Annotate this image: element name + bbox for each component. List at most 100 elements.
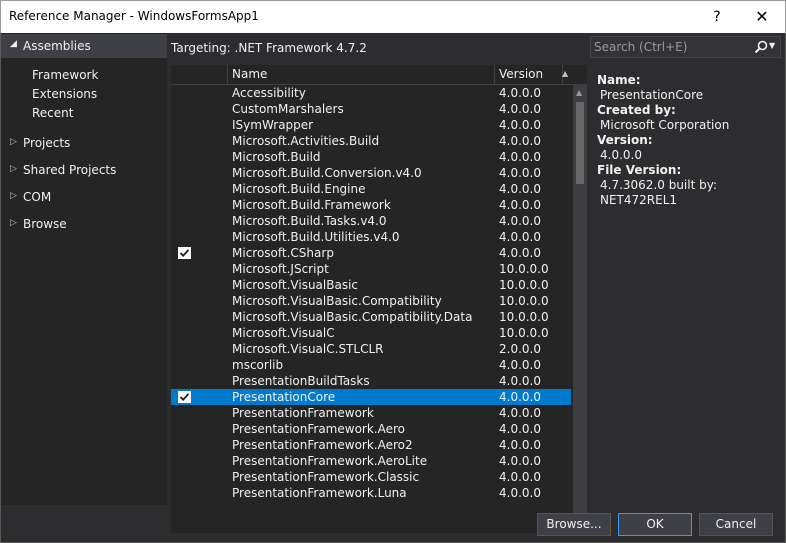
title-bar: Reference Manager - WindowsFormsApp1 ? ✕ [0,0,786,33]
row-checkbox[interactable] [178,407,191,419]
browse-button[interactable]: Browse... [537,513,611,536]
table-row[interactable]: Microsoft.VisualBasic 10.0.0.0 [171,277,571,293]
detail-name-value: PresentationCore [600,88,704,102]
sidebar-item-browse[interactable]: ▷ Browse [1,215,167,235]
table-row[interactable]: Microsoft.Build.Utilities.v4.0 4.0.0.0 [171,229,571,245]
assembly-version: 10.0.0.0 [499,294,549,308]
row-checkbox[interactable] [178,343,191,355]
table-row[interactable]: PresentationFramework.Aero 4.0.0.0 [171,421,571,437]
assembly-name: Microsoft.Build.Utilities.v4.0 [232,230,400,244]
row-checkbox[interactable] [178,439,191,451]
sidebar: ◢ Assemblies Framework Extensions Recent… [1,33,167,505]
assembly-version: 4.0.0.0 [499,166,541,180]
table-row[interactable]: Microsoft.VisualBasic.Compatibility.Data… [171,309,571,325]
row-checkbox[interactable] [178,487,191,499]
table-row[interactable]: PresentationFramework.AeroLite 4.0.0.0 [171,453,571,469]
cancel-button[interactable]: Cancel [699,513,773,536]
row-checkbox[interactable] [178,327,191,339]
row-checkbox[interactable] [178,423,191,435]
help-button[interactable]: ? [702,5,732,29]
assembly-version: 4.0.0.0 [499,118,541,132]
row-checkbox[interactable] [178,455,191,467]
table-row[interactable]: CustomMarshalers 4.0.0.0 [171,101,571,117]
assembly-version: 4.0.0.0 [499,470,541,484]
sidebar-item-projects[interactable]: ▷ Projects [1,134,167,154]
table-row[interactable]: PresentationFramework 4.0.0.0 [171,405,571,421]
row-checkbox[interactable] [178,471,191,483]
row-checkbox[interactable] [178,87,191,99]
table-row[interactable]: PresentationFramework.Aero2 4.0.0.0 [171,437,571,453]
table-row[interactable]: Microsoft.Activities.Build 4.0.0.0 [171,133,571,149]
assembly-version: 10.0.0.0 [499,278,549,292]
table-row[interactable]: Microsoft.JScript 10.0.0.0 [171,261,571,277]
sidebar-item-com[interactable]: ▷ COM [1,188,167,208]
sidebar-item-assemblies[interactable]: ◢ Assemblies [1,34,167,58]
row-checkbox[interactable] [178,231,191,243]
row-checkbox[interactable] [178,151,191,163]
table-row[interactable]: Microsoft.CSharp 4.0.0.0 [171,245,571,261]
table-row[interactable]: PresentationFramework.Classic 4.0.0.0 [171,469,571,485]
scrollbar-thumb[interactable] [576,102,584,184]
sidebar-item-recent[interactable]: Recent [32,106,73,120]
assembly-version: 4.0.0.0 [499,454,541,468]
table-row[interactable]: Microsoft.VisualC 10.0.0.0 [171,325,571,341]
column-header-version[interactable]: Version [495,65,563,85]
row-checkbox[interactable] [178,199,191,211]
row-checkbox[interactable] [178,311,191,323]
assembly-name: Microsoft.VisualBasic.Compatibility [232,294,442,308]
detail-version-label: Version: [597,133,653,147]
assembly-name: Microsoft.Build.Framework [232,198,391,212]
table-row[interactable]: ISymWrapper 4.0.0.0 [171,117,571,133]
row-checkbox[interactable] [178,135,191,147]
table-row[interactable]: mscorlib 4.0.0.0 [171,357,571,373]
column-header-name[interactable]: Name [228,65,495,85]
column-header-check[interactable] [171,65,228,85]
search-icon[interactable] [754,40,768,54]
table-row[interactable]: Microsoft.VisualC.STLCLR 2.0.0.0 [171,341,571,357]
targeting-label: Targeting: .NET Framework 4.7.2 [171,41,367,55]
assembly-name: Accessibility [232,86,306,100]
row-checkbox[interactable] [178,295,191,307]
assembly-version: 4.0.0.0 [499,182,541,196]
table-row[interactable]: PresentationFramework.Luna 4.0.0.0 [171,485,571,501]
assembly-name: Microsoft.Build.Tasks.v4.0 [232,214,387,228]
chevron-down-icon[interactable]: ▼ [769,41,775,50]
row-checkbox[interactable] [178,263,191,275]
sidebar-item-extensions[interactable]: Extensions [32,87,97,101]
close-button[interactable]: ✕ [747,5,777,29]
table-row[interactable]: Microsoft.Build.Tasks.v4.0 4.0.0.0 [171,213,571,229]
assembly-version: 4.0.0.0 [499,486,541,500]
sidebar-item-shared-projects[interactable]: ▷ Shared Projects [1,161,167,181]
table-row[interactable]: Microsoft.Build.Engine 4.0.0.0 [171,181,571,197]
table-row[interactable]: Microsoft.Build 4.0.0.0 [171,149,571,165]
assembly-name: Microsoft.Build.Conversion.v4.0 [232,166,422,180]
detail-file-version-value: 4.7.3062.0 built by: NET472REL1 [600,178,717,207]
row-checkbox[interactable] [178,103,191,115]
ok-button[interactable]: OK [618,513,692,536]
row-checkbox[interactable] [178,375,191,387]
table-row[interactable]: Microsoft.VisualBasic.Compatibility 10.0.… [171,293,571,309]
row-checkbox[interactable] [178,279,191,291]
window-title: Reference Manager - WindowsFormsApp1 [9,9,259,23]
row-checkbox[interactable] [178,359,191,371]
row-checkbox[interactable] [178,119,191,131]
row-checkbox[interactable] [178,391,191,403]
row-checkbox[interactable] [178,167,191,179]
row-checkbox[interactable] [178,183,191,195]
table-row[interactable]: Microsoft.Build.Conversion.v4.0 4.0.0.0 [171,165,571,181]
scroll-up-icon[interactable]: ▲ [576,88,582,97]
row-checkbox[interactable] [178,215,191,227]
search-input[interactable] [594,39,754,55]
row-checkbox[interactable] [178,247,191,259]
table-row[interactable]: Accessibility 4.0.0.0 [171,85,571,101]
search-box[interactable]: ▼ [590,36,781,58]
assembly-version: 4.0.0.0 [499,150,541,164]
sidebar-item-framework[interactable]: Framework [32,68,98,82]
table-row[interactable]: PresentationCore 4.0.0.0 [171,389,571,405]
expanded-arrow-icon: ◢ [10,39,17,49]
assembly-version: 4.0.0.0 [499,358,541,372]
table-row[interactable]: Microsoft.Build.Framework 4.0.0.0 [171,197,571,213]
table-row[interactable]: PresentationBuildTasks 4.0.0.0 [171,373,571,389]
grid-rows: Accessibility 4.0.0.0 CustomMarshalers 4.0.… [171,85,571,501]
vertical-scrollbar[interactable]: ▲ ▼ [573,85,587,533]
